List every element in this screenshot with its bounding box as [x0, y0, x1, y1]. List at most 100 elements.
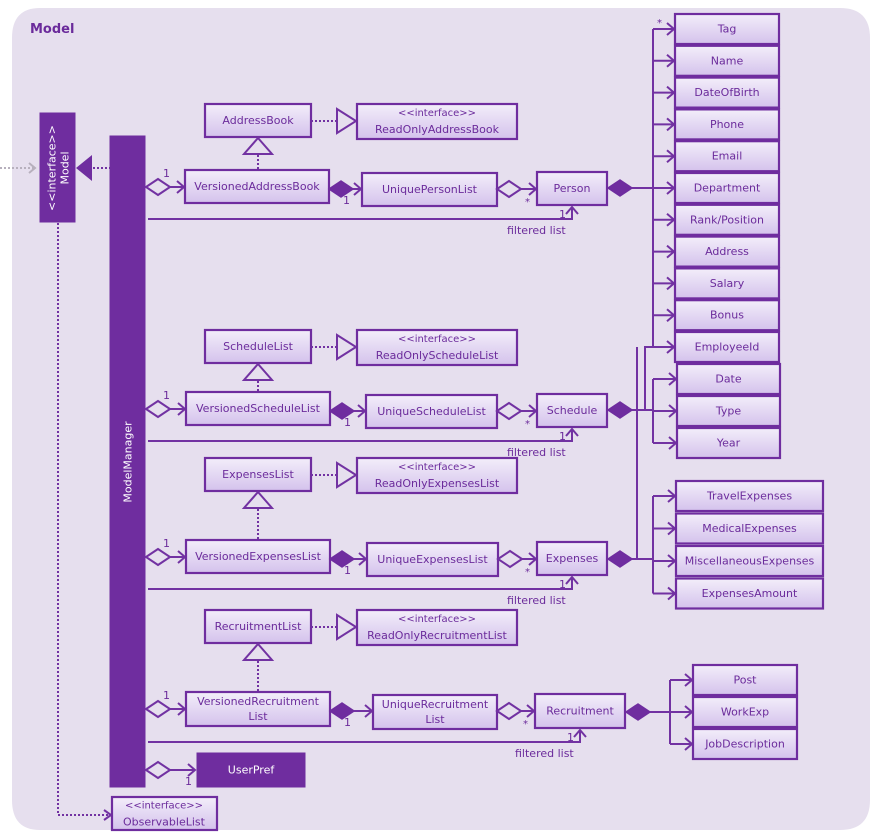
recruitment-versioned-class-label: List — [248, 710, 268, 723]
schedule-readonly-interface-name: ReadOnlyScheduleList — [376, 349, 499, 362]
person-attributes-item[interactable]: Salary — [673, 267, 781, 300]
schedule-readonly-interface[interactable]: <<interface>> ReadOnlyScheduleList — [355, 328, 519, 367]
expenses-versioned-class-label: VersionedExpensesList — [195, 550, 322, 563]
person-attributes-item[interactable]: Email — [673, 140, 781, 173]
model-interface[interactable]: <<interface>> Model — [39, 112, 76, 223]
recruitment-attributes-item-label: JobDescription — [704, 738, 785, 751]
expenses-attributes-item[interactable]: MiscellaneousExpenses — [674, 544, 825, 578]
person-attributes-item[interactable]: Tag — [673, 12, 781, 46]
modelmanager-label: ModelManager — [122, 421, 135, 503]
multiplicity-label: * — [657, 18, 662, 29]
person-attributes-item[interactable]: Phone — [673, 108, 781, 141]
addressbook-versioned-class-label: VersionedAddressBook — [194, 180, 320, 193]
recruitment-unique-class[interactable]: UniqueRecruitment List — [371, 693, 499, 731]
addressbook-base-class[interactable]: AddressBook — [203, 102, 313, 139]
person-attributes-item-label: Address — [705, 245, 749, 258]
multiplicity-label: 1 — [163, 167, 170, 180]
expenses-attributes-item[interactable]: ExpensesAmount — [674, 577, 825, 610]
person-attributes-item[interactable]: Rank/Position — [673, 203, 781, 236]
schedule-attributes-item[interactable]: Date — [675, 362, 782, 396]
modelmanager-class[interactable]: ModelManager — [109, 135, 146, 788]
recruitment-versioned-class[interactable]: VersionedRecruitment List — [184, 690, 332, 728]
schedule-attributes-item-label: Date — [715, 373, 742, 386]
recruitment-unique-class-label: List — [425, 713, 445, 726]
recruitment-base-class[interactable]: RecruitmentList — [203, 608, 313, 645]
recruitment-unique-class-label: UniqueRecruitment — [382, 698, 489, 711]
expenses-versioned-class[interactable]: VersionedExpensesList — [184, 538, 332, 575]
schedule-attributes-item-label: Type — [715, 405, 741, 418]
addressbook-base-class-label: AddressBook — [222, 114, 294, 127]
schedule-readonly-interface-stereotype: <<interface>> — [398, 334, 476, 345]
addressbook-entity-class[interactable]: Person — [535, 170, 609, 207]
expenses-attributes-item-label: MedicalExpenses — [702, 522, 797, 535]
person-attributes-item[interactable]: Bonus — [673, 299, 781, 332]
observablelist-interface[interactable]: <<interface>> ObservableList — [110, 795, 219, 832]
filtered-list-label: filtered list — [507, 594, 566, 607]
recruitment-base-class-label: RecruitmentList — [215, 620, 303, 633]
multiplicity-label: 1 — [559, 208, 566, 221]
expenses-unique-class[interactable]: UniqueExpensesList — [365, 541, 500, 578]
multiplicity-label: * — [523, 719, 528, 730]
schedule-unique-class[interactable]: UniqueScheduleList — [364, 393, 499, 430]
person-attributes-item[interactable]: Address — [673, 235, 781, 268]
recruitment-attributes-item[interactable]: Post — [691, 663, 799, 697]
recruitment-versioned-class-label: VersionedRecruitment — [197, 695, 319, 708]
schedule-entity-class-label: Schedule — [547, 404, 598, 417]
expenses-entity-class-label: Expenses — [546, 552, 599, 565]
schedule-entity-class[interactable]: Schedule — [535, 392, 609, 429]
filtered-list-label: filtered list — [515, 747, 574, 760]
addressbook-unique-class[interactable]: UniquePersonList — [360, 171, 499, 208]
multiplicity-label: 1 — [344, 716, 351, 729]
expenses-attributes-item-label: MiscellaneousExpenses — [685, 555, 815, 568]
person-attributes-item[interactable]: DateOfBirth — [673, 76, 781, 109]
recruitment-entity-class[interactable]: Recruitment — [533, 692, 627, 730]
recruitment-attributes-item[interactable]: WorkExp — [691, 695, 799, 729]
expenses-attributes-item[interactable]: MedicalExpenses — [674, 512, 825, 545]
addressbook-entity-class-label: Person — [554, 182, 591, 195]
recruitment-attributes-item-label: Post — [733, 674, 757, 687]
multiplicity-label: 1 — [163, 389, 170, 402]
svg-text:<<interface>>: <<interface>> — [125, 801, 203, 812]
addressbook-readonly-interface-name: ReadOnlyAddressBook — [375, 123, 500, 136]
addressbook-readonly-interface[interactable]: <<interface>> ReadOnlyAddressBook — [355, 102, 519, 141]
schedule-unique-class-label: UniqueScheduleList — [377, 405, 486, 418]
schedule-versioned-class-label: VersionedScheduleList — [196, 402, 321, 415]
recruitment-readonly-interface[interactable]: <<interface>> ReadOnlyRecruitmentList — [355, 608, 519, 647]
recruitment-attributes-item[interactable]: JobDescription — [691, 727, 799, 761]
package-title: Model — [30, 22, 74, 37]
person-attributes-item-label: Bonus — [710, 309, 744, 322]
recruitment-readonly-interface-stereotype: <<interface>> — [398, 614, 476, 625]
userpref-class[interactable]: UserPref — [196, 752, 306, 788]
multiplicity-label: 1 — [567, 731, 574, 744]
multiplicity-label: 1 — [163, 537, 170, 550]
person-attributes-item[interactable]: Name — [673, 44, 781, 77]
schedule-attributes-item[interactable]: Type — [675, 394, 782, 428]
expenses-base-class-label: ExpensesList — [222, 468, 294, 481]
schedule-base-class[interactable]: ScheduleList — [203, 328, 313, 365]
expenses-base-class[interactable]: ExpensesList — [203, 456, 313, 493]
recruitment-entity-class-label: Recruitment — [546, 705, 614, 718]
person-attributes-item[interactable]: EmployeeId — [673, 330, 781, 364]
recruitment-attributes-item-label: WorkExp — [721, 706, 769, 719]
addressbook-versioned-class[interactable]: VersionedAddressBook — [183, 168, 331, 205]
addressbook-readonly-interface-stereotype: <<interface>> — [398, 108, 476, 119]
multiplicity-label: 1 — [163, 689, 170, 702]
person-attributes-item-label: Salary — [710, 277, 745, 290]
person-attributes-item-label: Phone — [710, 118, 744, 131]
schedule-attributes-item[interactable]: Year — [675, 426, 782, 460]
person-attributes-item-label: Email — [712, 150, 743, 163]
expenses-unique-class-label: UniqueExpensesList — [377, 553, 488, 566]
multiplicity-label: * — [525, 567, 530, 578]
person-attributes-item[interactable]: Department — [673, 171, 781, 205]
recruitment-readonly-interface-name: ReadOnlyRecruitmentList — [367, 629, 507, 642]
multiplicity-label: 1 — [343, 194, 350, 207]
expenses-readonly-interface[interactable]: <<interface>> ReadOnlyExpensesList — [355, 456, 519, 495]
person-attributes-item-label: DateOfBirth — [694, 86, 759, 99]
expenses-entity-class[interactable]: Expenses — [535, 540, 609, 577]
svg-text:1: 1 — [185, 775, 192, 788]
expenses-attributes-item[interactable]: TravelExpenses — [674, 479, 825, 513]
model-interface-name: Model — [59, 151, 72, 184]
schedule-versioned-class[interactable]: VersionedScheduleList — [184, 390, 332, 427]
expenses-readonly-interface-stereotype: <<interface>> — [398, 462, 476, 473]
addressbook-unique-class-label: UniquePersonList — [382, 183, 478, 196]
